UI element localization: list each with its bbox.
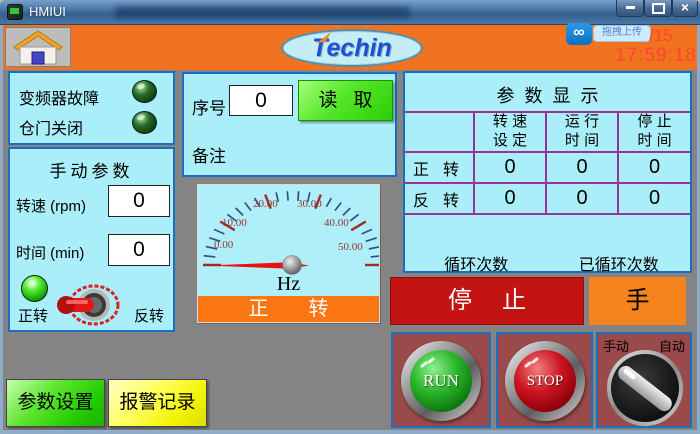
serial-input[interactable] bbox=[229, 85, 293, 116]
blurred-title-path bbox=[115, 7, 410, 18]
note-label: 备注 bbox=[192, 142, 226, 167]
manual-mode-button[interactable]: 手动 bbox=[589, 277, 686, 325]
speed-label: 转速 (rpm) bbox=[16, 195, 86, 216]
manual-params-panel: 手动参数 转速 (rpm) 时间 (min) 正转 反转 bbox=[8, 147, 175, 332]
stop-status-banner[interactable]: 停止 bbox=[390, 277, 584, 325]
home-button[interactable] bbox=[5, 27, 71, 67]
run-button-panel: RUN bbox=[391, 332, 491, 428]
gauge-tick-label: 40.00 bbox=[324, 217, 349, 229]
param-display-title: 参数显示 bbox=[405, 82, 690, 108]
header: Techin ∞ 拖拽上传 /15 17:59:18 bbox=[3, 25, 697, 70]
direction-banner: 正转 bbox=[198, 296, 379, 322]
table-row-forward: 正转 0 0 0 bbox=[405, 153, 690, 184]
stop-button[interactable]: STOP bbox=[505, 341, 585, 421]
serial-panel: 序号 读取 备注 bbox=[182, 72, 397, 177]
run-button[interactable]: RUN bbox=[401, 341, 481, 421]
gauge-tick-label: 10.00 bbox=[222, 217, 247, 229]
hmi-window: HMIUI × Techin ∞ 拖拽上传 /15 17:59:18 变频器故障… bbox=[0, 0, 700, 434]
table-cell: 0 bbox=[547, 153, 619, 182]
speed-input[interactable] bbox=[108, 185, 170, 217]
time-label: 时间 (min) bbox=[16, 242, 84, 263]
table-cell: 0 bbox=[619, 153, 690, 182]
gauge-hub bbox=[283, 256, 302, 275]
table-cell: 0 bbox=[619, 184, 690, 213]
app-icon bbox=[7, 4, 23, 20]
home-icon bbox=[6, 28, 70, 66]
direction-toggle-switch[interactable] bbox=[56, 283, 122, 327]
stop-button-label: STOP bbox=[527, 373, 563, 390]
row-label-forward: 正转 bbox=[405, 153, 475, 182]
app-title: HMIUI bbox=[29, 4, 66, 19]
share-upload-icon[interactable]: ∞ bbox=[566, 23, 592, 45]
reverse-label: 反转 bbox=[134, 305, 164, 326]
time-input[interactable] bbox=[108, 234, 170, 266]
titlebar: HMIUI × bbox=[0, 0, 700, 25]
param-display-panel: 参数显示 转 速 设 定 运 行 时 间 停 止 时 间 正转 0 0 0 反转… bbox=[403, 71, 692, 273]
settings-button[interactable]: 参数设置 bbox=[6, 379, 105, 427]
techin-logo: Techin bbox=[281, 29, 423, 67]
table-cell: 0 bbox=[547, 184, 619, 213]
table-header-runtime: 运 行 时 间 bbox=[547, 113, 619, 151]
page-indicator: /15 bbox=[649, 26, 673, 46]
door-closed-led bbox=[132, 111, 157, 134]
inverter-fault-led bbox=[132, 80, 157, 103]
mode-selector-panel: 手动 自动 bbox=[596, 332, 692, 428]
table-header-stoptime: 停 止 时 间 bbox=[619, 113, 690, 151]
minimize-button[interactable] bbox=[616, 0, 644, 17]
read-button[interactable]: 读取 bbox=[298, 80, 393, 121]
gauge-tick-label: 50.00 bbox=[338, 241, 363, 253]
door-closed-label: 仓门关闭 bbox=[19, 115, 83, 139]
inverter-fault-label: 变频器故障 bbox=[19, 85, 99, 109]
stop-button-panel: STOP bbox=[496, 332, 593, 428]
serial-label: 序号 bbox=[192, 94, 226, 119]
maximize-button[interactable] bbox=[644, 0, 672, 17]
mode-selector-knob[interactable] bbox=[607, 350, 683, 426]
alarm-button[interactable]: 报警记录 bbox=[108, 379, 207, 427]
gauge-panel: 0.00 10.00 20.00 30.00 40.00 50.00 Hz 正转 bbox=[197, 184, 380, 323]
gauge-unit-label: Hz bbox=[198, 273, 379, 296]
selector-label-auto: 自动 bbox=[659, 336, 685, 355]
cycle-count-label: 循环次数 bbox=[405, 251, 548, 275]
clock: 17:59:18 bbox=[615, 45, 697, 67]
manual-params-title: 手动参数 bbox=[10, 157, 173, 182]
gauge-tick-label: 30.00 bbox=[297, 198, 322, 210]
table-corner-cell bbox=[405, 113, 475, 151]
table-row-reverse: 反转 0 0 0 bbox=[405, 184, 690, 215]
row-label-reverse: 反转 bbox=[405, 184, 475, 213]
table-header-speed: 转 速 设 定 bbox=[475, 113, 547, 151]
gauge-tick-label: 0.00 bbox=[214, 239, 233, 251]
forward-led bbox=[21, 275, 48, 302]
selector-label-manual: 手动 bbox=[603, 336, 629, 355]
status-panel: 变频器故障 仓门关闭 bbox=[8, 71, 175, 145]
cycled-count-label: 已循环次数 bbox=[548, 251, 691, 275]
selector-lever bbox=[615, 363, 675, 414]
close-button[interactable]: × bbox=[672, 0, 698, 17]
table-cell: 0 bbox=[475, 184, 547, 213]
table-cell: 0 bbox=[475, 153, 547, 182]
drag-upload-button[interactable]: 拖拽上传 bbox=[593, 25, 651, 42]
run-button-label: RUN bbox=[423, 371, 459, 391]
param-table: 转 速 设 定 运 行 时 间 停 止 时 间 正转 0 0 0 反转 0 0 … bbox=[405, 111, 690, 215]
gauge-tick-label: 20.00 bbox=[253, 198, 278, 210]
forward-label: 正转 bbox=[18, 305, 48, 326]
